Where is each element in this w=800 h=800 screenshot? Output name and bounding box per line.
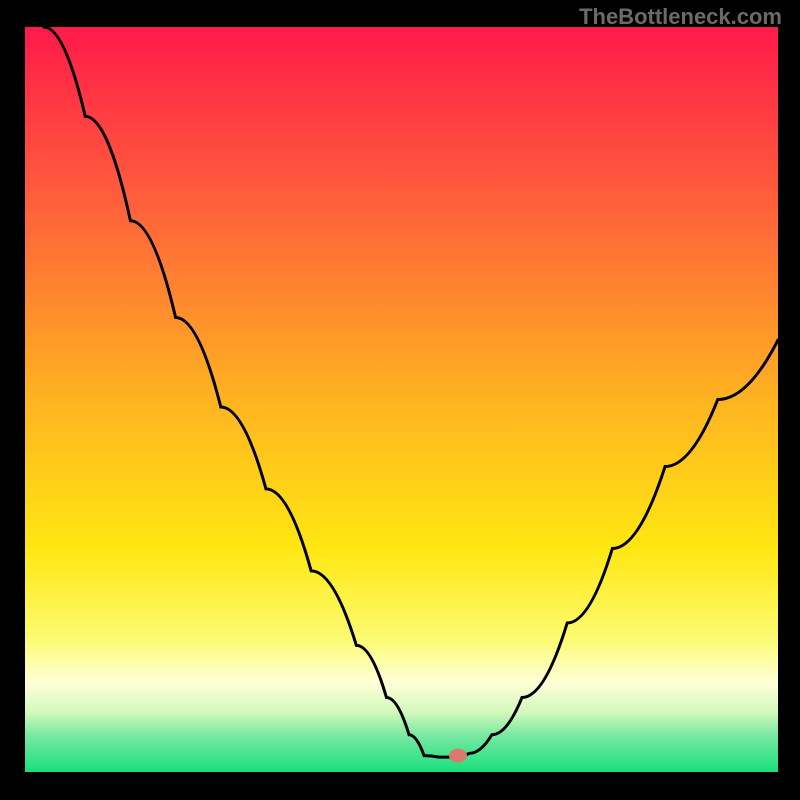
bottleneck-chart bbox=[25, 27, 778, 772]
chart-container: TheBottleneck.com bbox=[0, 0, 800, 800]
attribution-text: TheBottleneck.com bbox=[579, 4, 782, 30]
gradient-background bbox=[25, 27, 778, 772]
plot-area bbox=[25, 27, 778, 772]
optimal-marker bbox=[449, 749, 467, 763]
